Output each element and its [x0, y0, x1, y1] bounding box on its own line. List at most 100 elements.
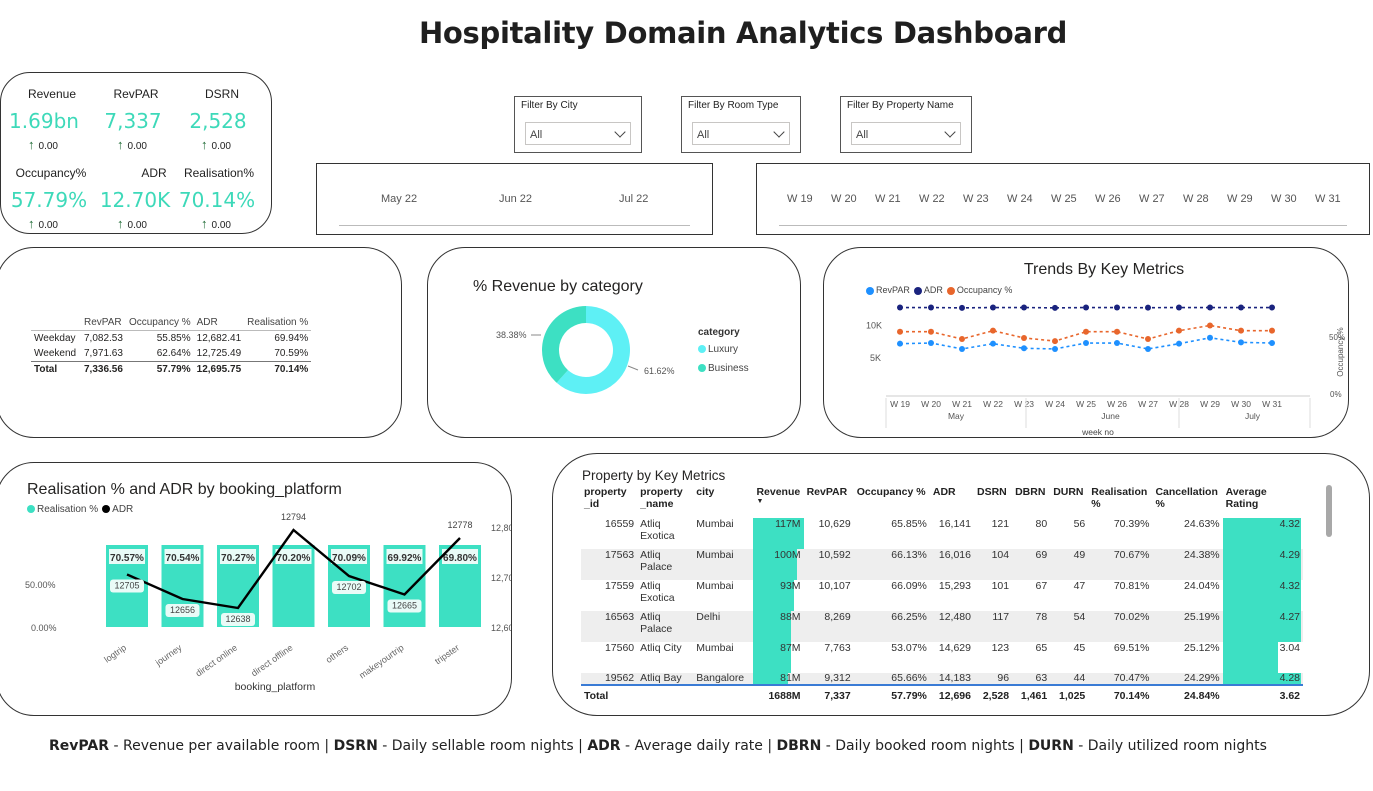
- col-header-durn[interactable]: DURN: [1050, 486, 1088, 518]
- col-header-dbrn[interactable]: DBRN: [1012, 486, 1050, 518]
- property-table-title: Property by Key Metrics: [582, 468, 726, 483]
- property-table-card: Property by Key Metrics property _id prop…: [552, 453, 1370, 716]
- table-row[interactable]: 17559 Atliq Exotica Mumbai 93M 10,107 66.09% 1…: [581, 580, 1303, 611]
- week-item-w31[interactable]: W 31: [1315, 193, 1341, 205]
- city-filter-select[interactable]: All: [525, 122, 631, 145]
- cell: 80: [1035, 518, 1048, 530]
- room-type-filter-select[interactable]: All: [692, 122, 790, 145]
- week-item-w25[interactable]: W 25: [1051, 193, 1077, 205]
- week-item-w30[interactable]: W 30: [1271, 193, 1297, 205]
- cell: 56: [1073, 518, 1086, 530]
- cell: 53.07%: [891, 642, 927, 654]
- cell: 47: [1073, 580, 1086, 592]
- kpi-occupancy-delta: ↑ 0.00: [0, 216, 88, 231]
- table-row[interactable]: 16563 Atliq Palace Delhi 88M 8,269 66.25% 12,4…: [581, 611, 1303, 642]
- kpi-adr-value: 12.70K: [99, 188, 171, 212]
- col-header-realisation[interactable]: Realisation %: [1088, 486, 1152, 518]
- table-row[interactable]: 16559 Atliq Exotica Mumbai 117M 10,629 65.85%…: [581, 518, 1303, 549]
- city-filter[interactable]: Filter By City All: [514, 96, 642, 153]
- col-header-cancellation[interactable]: Cancellation %: [1152, 486, 1222, 518]
- adr-value-label: 12656: [170, 605, 195, 615]
- bar-value-label: 70.54%: [166, 553, 200, 564]
- cell: 66.13%: [853, 549, 930, 580]
- cell-value: 117M: [775, 518, 801, 530]
- adr-value-label: 12778: [447, 520, 472, 530]
- cell: Weekend: [34, 348, 77, 359]
- week-item-w23[interactable]: W 23: [963, 193, 989, 205]
- col-header-averagerating[interactable]: Average Rating: [1223, 486, 1303, 518]
- x-tick: others: [324, 642, 351, 665]
- cell: 17559: [604, 580, 635, 592]
- col-header-revpar[interactable]: RevPAR: [804, 486, 854, 518]
- point-occupancy: [1145, 336, 1151, 342]
- cell: Total: [581, 684, 638, 705]
- data-bar: [1222, 642, 1279, 673]
- col-header-revenue[interactable]: Revenue ▼: [753, 486, 803, 518]
- week-item-w20[interactable]: W 20: [831, 193, 857, 205]
- table-row[interactable]: 17560 Atliq City Mumbai 87M 7,763 53.07% 14,62…: [581, 642, 1303, 673]
- cell-value: 3.04: [1279, 642, 1300, 654]
- table-row[interactable]: 17563 Atliq Palace Mumbai 100M 10,592 66.13% 1…: [581, 549, 1303, 580]
- delta-value: 0.00: [127, 220, 147, 231]
- revenue-category-card: % Revenue by category 61.62% 38.38% categ…: [427, 247, 801, 438]
- month-may[interactable]: May 22: [381, 193, 417, 205]
- room-type-filter[interactable]: Filter By Room Type All: [681, 96, 801, 153]
- legend-item[interactable]: Luxury: [698, 344, 749, 355]
- booking-platform-chart: 50.00% 0.00% 12,800 12,700 12,600 70.57% logtr…: [25, 512, 511, 693]
- point-revpar: [1145, 345, 1151, 352]
- cell: Atliq Palace: [637, 549, 694, 580]
- kpi-card: Revenue 1.69bn ↑ 0.00 RevPAR 7,337 ↑ 0.00 DSRN 2,…: [0, 72, 272, 234]
- cell: 93M: [753, 580, 803, 611]
- x-tick: tripster: [433, 642, 461, 666]
- table-row[interactable]: 19562 Atliq Bay Bangalore 81M 9,312 65.66% 14,…: [581, 673, 1303, 685]
- cell: 4.32: [1222, 518, 1303, 549]
- table-scrollbar[interactable]: [1326, 485, 1332, 537]
- month-jul[interactable]: Jul 22: [619, 193, 648, 205]
- point-revpar: [1207, 334, 1213, 341]
- property-name-filter-select[interactable]: All: [851, 122, 961, 145]
- week-item-w24[interactable]: W 24: [1007, 193, 1033, 205]
- cell: 16,016: [929, 549, 974, 580]
- week-item-w19[interactable]: W 19: [787, 193, 813, 205]
- col-header-propertyid[interactable]: property _id: [581, 486, 637, 518]
- week-item-w29[interactable]: W 29: [1227, 193, 1253, 205]
- cell: 66.09%: [891, 580, 927, 592]
- point-adr: [1145, 304, 1151, 311]
- col-header-propertyname[interactable]: property _name: [637, 486, 693, 518]
- cell: [637, 684, 694, 705]
- cell: 4.28: [1222, 673, 1303, 685]
- glossary-term: DBRN: [776, 738, 822, 754]
- point-adr: [1176, 304, 1182, 311]
- month-jun[interactable]: Jun 22: [499, 193, 532, 205]
- property-name-filter[interactable]: Filter By Property Name All: [840, 96, 972, 153]
- cell: Total: [31, 361, 81, 377]
- cell: Weekday: [34, 333, 76, 344]
- x-tick: W 26: [1107, 399, 1127, 409]
- cell: 44: [1050, 673, 1089, 685]
- kpi-dsrn-value: 2,528: [189, 109, 247, 133]
- week-item-w28[interactable]: W 28: [1183, 193, 1209, 205]
- cell: 9,312: [803, 673, 854, 685]
- col-header-adr[interactable]: ADR: [930, 486, 974, 518]
- col-header-occupancy[interactable]: Occupancy %: [854, 486, 930, 518]
- arrow-up-icon: ↑: [28, 137, 35, 152]
- point-adr: [959, 304, 965, 311]
- col-header-city[interactable]: city: [693, 486, 753, 518]
- x-tick: W 20: [921, 399, 941, 409]
- point-revpar: [1083, 340, 1089, 347]
- col-header: ADR: [193, 315, 245, 331]
- cell: 12,725.49: [196, 348, 242, 359]
- week-item-w27[interactable]: W 27: [1139, 193, 1165, 205]
- x-tick: logtrip: [102, 642, 128, 664]
- week-item-w21[interactable]: W 21: [875, 193, 901, 205]
- cell-value: 4.27: [1279, 611, 1300, 623]
- delta-value: 0.00: [38, 220, 58, 231]
- legend-item[interactable]: Business: [698, 363, 749, 374]
- x-group-label: July: [1245, 411, 1261, 421]
- cell: 7,336.56: [81, 361, 126, 377]
- week-item-w26[interactable]: W 26: [1095, 193, 1121, 205]
- cell: 87M: [753, 642, 803, 673]
- col-header-dsrn[interactable]: DSRN: [974, 486, 1012, 518]
- cell: 96: [974, 673, 1013, 685]
- week-item-w22[interactable]: W 22: [919, 193, 945, 205]
